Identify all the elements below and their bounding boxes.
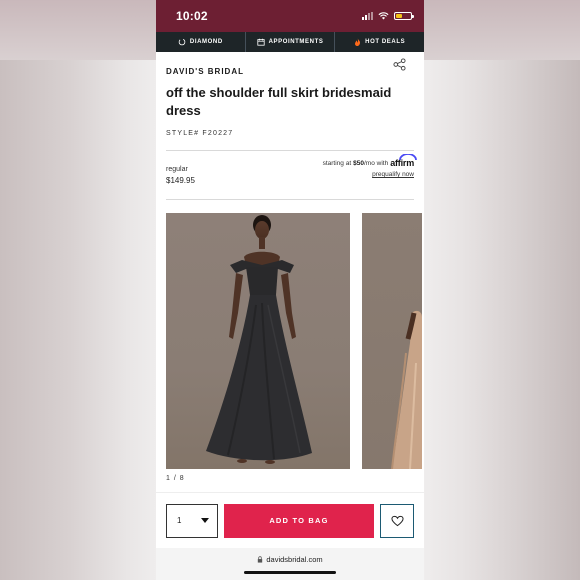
dress-illustration-2 <box>391 310 422 469</box>
promo-appointments-label: APPOINTMENTS <box>268 39 324 45</box>
price-value: $149.95 <box>166 176 195 185</box>
image-gallery[interactable] <box>166 213 422 469</box>
calendar-icon <box>256 38 265 46</box>
price-row: regular $149.95 starting at $50/mo with … <box>166 154 418 185</box>
add-to-bag-button[interactable]: ADD TO BAG <box>224 503 374 538</box>
affirm-arc-icon <box>399 154 418 161</box>
financing-prefix: starting at <box>322 159 352 167</box>
wishlist-button[interactable] <box>380 503 414 538</box>
background-right <box>424 0 580 60</box>
lock-icon <box>258 556 263 563</box>
wifi-icon <box>378 12 389 20</box>
status-time: 10:02 <box>176 9 208 23</box>
financing-amount: $50 <box>353 159 364 167</box>
image-counter: 1 / 8 <box>166 475 185 482</box>
promo-diamond-label: DIAMOND <box>189 39 223 45</box>
home-indicator[interactable] <box>244 571 336 574</box>
background-left <box>0 0 156 60</box>
style-number: STYLE# F20227 <box>166 130 234 137</box>
promo-diamond[interactable]: DIAMOND <box>156 32 246 52</box>
affirm-logo: affirm <box>390 154 418 168</box>
price-label: regular <box>166 166 188 173</box>
url-display: davidsbridal.com <box>156 555 424 564</box>
status-icons <box>362 12 414 20</box>
phone-screen: 10:02 DIAMOND APPOINTMENTS HOT DEALS DAV… <box>156 0 424 580</box>
promo-appointments[interactable]: APPOINTMENTS <box>246 32 336 52</box>
promo-bar: DIAMOND APPOINTMENTS HOT DEALS <box>156 32 424 52</box>
quantity-value: 1 <box>177 516 182 525</box>
url-text: davidsbridal.com <box>266 555 323 564</box>
diamond-icon <box>178 38 186 46</box>
signal-icon <box>362 12 373 20</box>
prequalify-link[interactable]: prequalify now <box>323 171 414 178</box>
financing-block: starting at $50/mo with affirm prequalif… <box>322 154 418 185</box>
product-image-next[interactable] <box>362 213 422 469</box>
browser-url-bar[interactable]: davidsbridal.com <box>156 548 424 580</box>
brand-row: DAVID'S BRIDAL <box>166 56 414 76</box>
purchase-bar: 1 ADD TO BAG <box>156 492 424 548</box>
product-content: DAVID'S BRIDAL off the shoulder full ski… <box>156 56 424 482</box>
promo-hot-deals[interactable]: HOT DEALS <box>335 32 424 52</box>
financing-suffix: /mo with <box>363 159 389 167</box>
status-bar: 10:02 <box>156 0 424 32</box>
heart-icon <box>390 515 404 526</box>
price-block: regular $149.95 <box>166 158 195 185</box>
share-icon[interactable] <box>393 58 406 71</box>
quantity-select[interactable]: 1 <box>166 503 218 538</box>
divider <box>166 150 414 151</box>
promo-hot-deals-label: HOT DEALS <box>365 39 406 45</box>
brand-name: DAVID'S BRIDAL <box>166 67 244 76</box>
fire-icon <box>355 38 361 46</box>
chevron-down-icon <box>201 518 209 523</box>
financing-text: starting at $50/mo with affirm <box>322 154 418 168</box>
battery-icon <box>394 12 414 20</box>
dress-illustration <box>206 215 312 464</box>
divider <box>166 199 414 200</box>
product-image-main[interactable] <box>166 213 350 469</box>
product-title: off the shoulder full skirt bridesmaid d… <box>166 85 392 118</box>
